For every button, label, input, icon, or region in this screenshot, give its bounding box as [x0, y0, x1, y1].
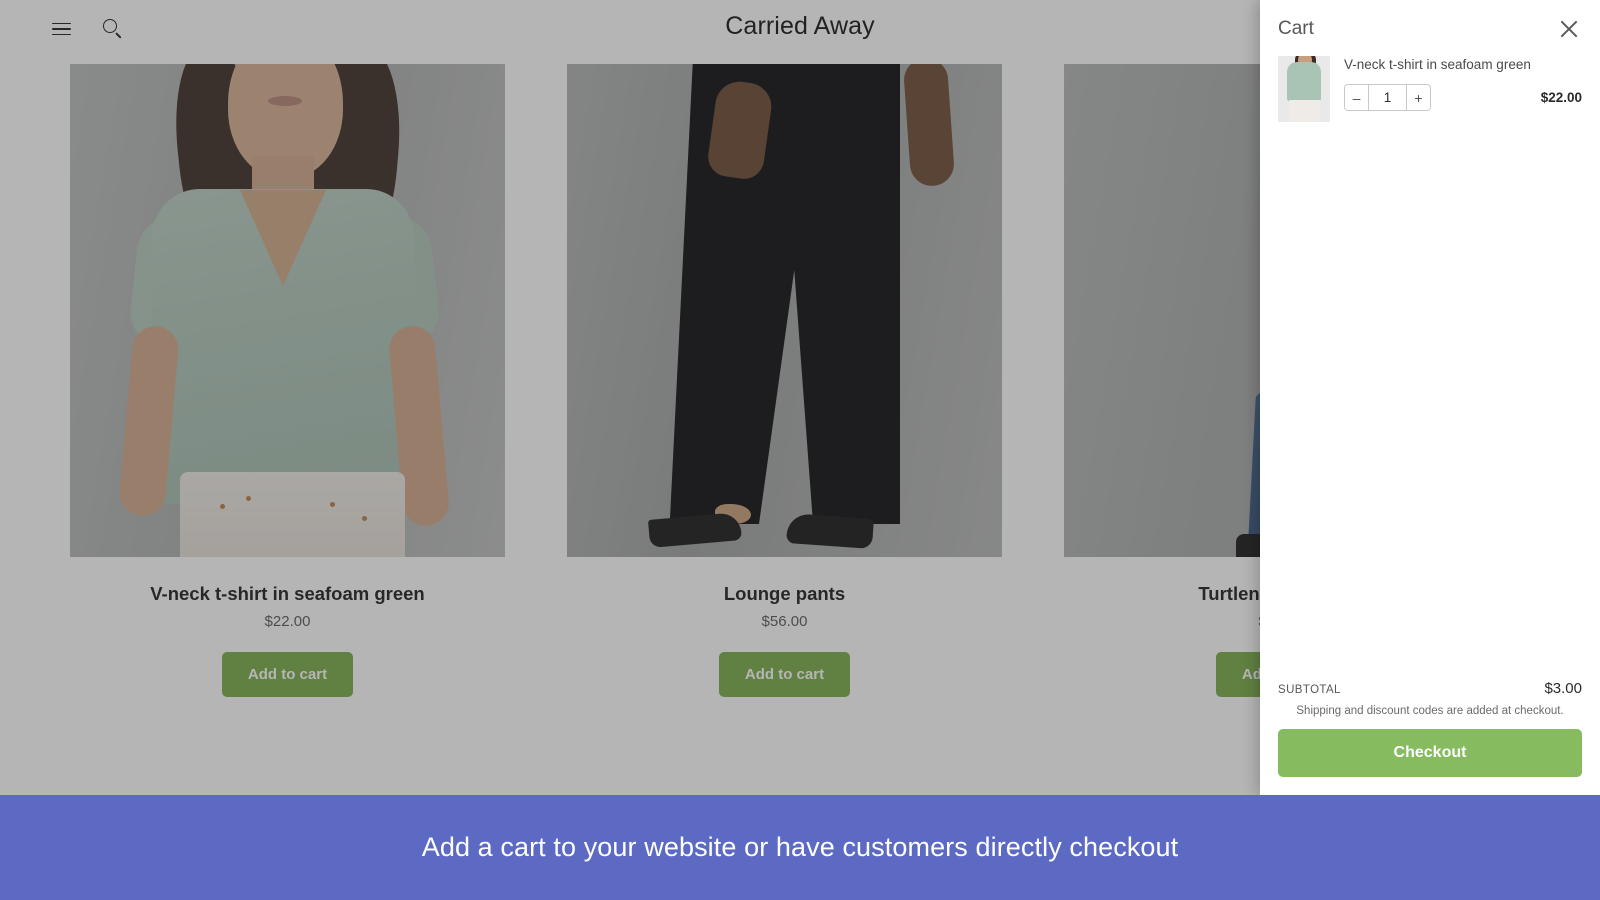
quantity-stepper: – 1 +	[1344, 84, 1431, 112]
checkout-note: Shipping and discount codes are added at…	[1296, 705, 1564, 717]
product-name: Lounge pants	[723, 583, 846, 604]
cart-header: Cart	[1260, 0, 1600, 52]
page-root: Carried Away V-neck t-shirt in seafoam g…	[0, 0, 1600, 900]
subtotal-label: SUBTOTAL	[1278, 684, 1341, 696]
product-price: $56.00	[761, 613, 808, 630]
cart-items-list: V-neck t-shirt in seafoam green – 1 + $2…	[1260, 52, 1600, 680]
product-card[interactable]: Lounge pants $56.00 Add to cart	[567, 64, 1002, 697]
add-to-cart-button[interactable]: Add to cart	[221, 652, 354, 697]
product-image[interactable]	[567, 64, 1002, 557]
cart-title: Cart	[1278, 18, 1314, 39]
quantity-increment-button[interactable]: +	[1407, 85, 1430, 111]
quantity-value[interactable]: 1	[1368, 85, 1407, 111]
cart-footer: SUBTOTAL $3.00 Shipping and discount cod…	[1260, 680, 1600, 795]
cart-line-item: V-neck t-shirt in seafoam green – 1 + $2…	[1278, 56, 1582, 122]
product-name: V-neck t-shirt in seafoam green	[150, 583, 425, 604]
cart-item-controls: – 1 + $22.00	[1344, 84, 1582, 112]
cart-item-name: V-neck t-shirt in seafoam green	[1344, 57, 1531, 72]
add-to-cart-button[interactable]: Add to cart	[718, 652, 851, 697]
subtotal-row: SUBTOTAL $3.00	[1278, 680, 1582, 699]
subtotal-value: $3.00	[1544, 680, 1582, 697]
cart-drawer: Cart V-neck t-shirt in seafoam green – 1…	[1260, 0, 1600, 795]
cart-item-price: $22.00	[1540, 90, 1582, 106]
product-card[interactable]: V-neck t-shirt in seafoam green $22.00 A…	[70, 64, 505, 697]
cart-item-thumbnail[interactable]	[1278, 56, 1330, 122]
product-image[interactable]	[70, 64, 505, 557]
promo-banner: Add a cart to your website or have custo…	[0, 795, 1600, 900]
product-price: $22.00	[264, 613, 311, 630]
close-icon[interactable]	[1556, 16, 1582, 42]
cart-item-details: V-neck t-shirt in seafoam green – 1 + $2…	[1344, 56, 1582, 112]
promo-banner-text: Add a cart to your website or have custo…	[421, 832, 1179, 862]
checkout-button[interactable]: Checkout	[1278, 729, 1582, 777]
quantity-decrement-button[interactable]: –	[1345, 85, 1368, 111]
